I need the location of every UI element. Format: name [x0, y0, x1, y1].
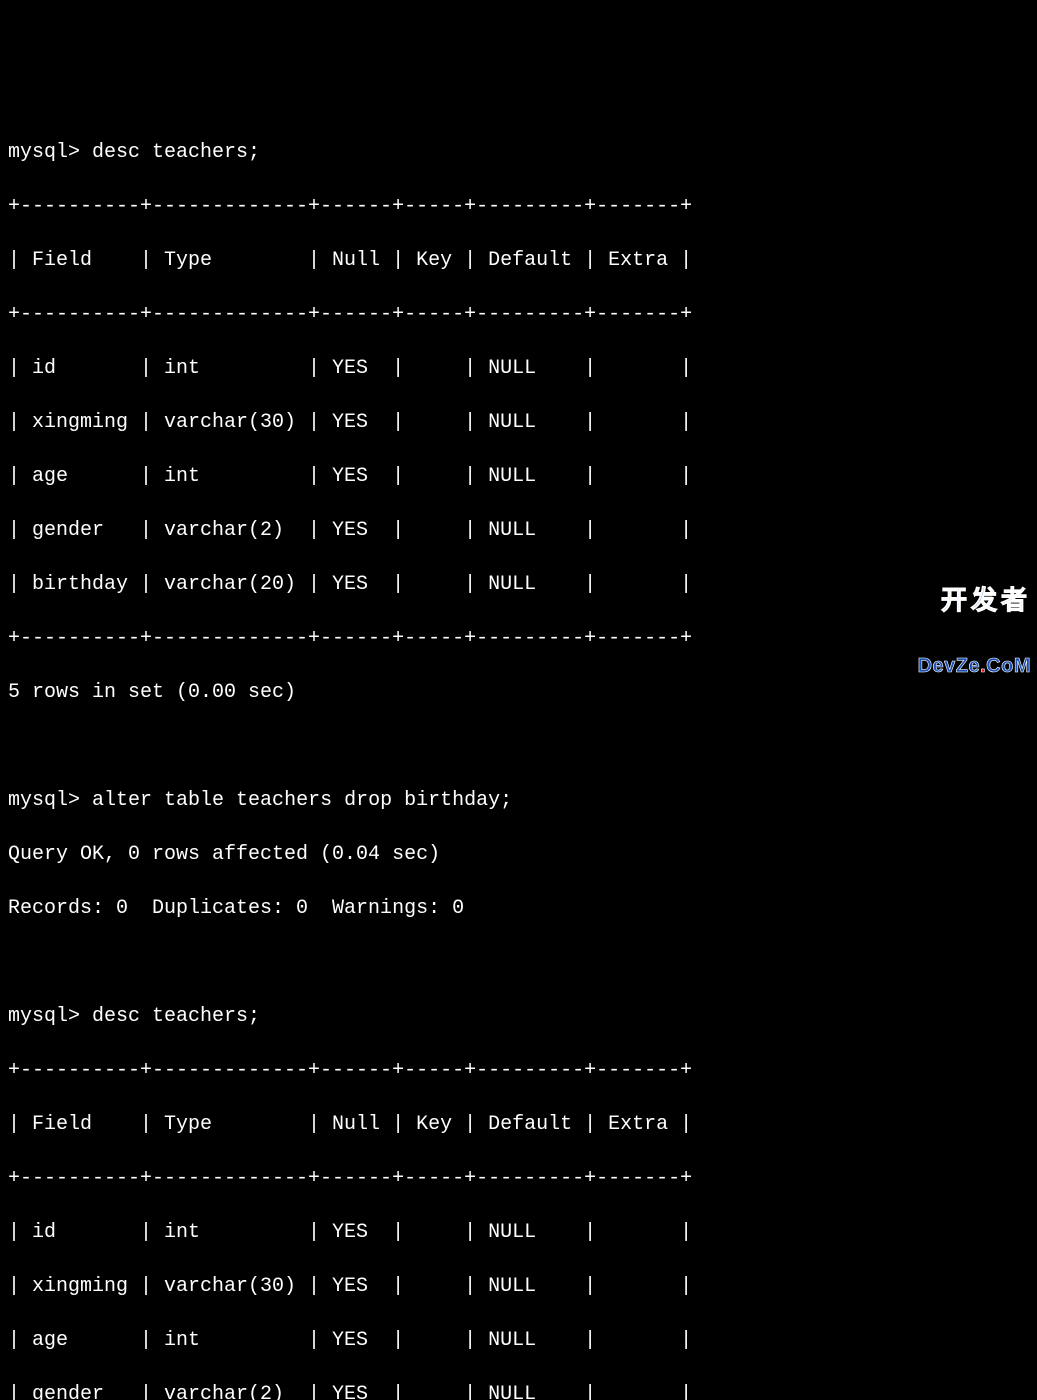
prompt-line[interactable]: mysql> alter table teachers drop birthda… [8, 787, 1029, 814]
table-row: | age | int | YES | | NULL | | [8, 463, 1029, 490]
command-text: desc teachers; [92, 141, 260, 164]
result-line: Records: 0 Duplicates: 0 Warnings: 0 [8, 895, 1029, 922]
table-border: +----------+-------------+------+-----+-… [8, 1057, 1029, 1084]
table-border: +----------+-------------+------+-----+-… [8, 193, 1029, 220]
table-row: | birthday | varchar(20) | YES | | NULL … [8, 571, 1029, 598]
table-border: +----------+-------------+------+-----+-… [8, 301, 1029, 328]
table-row: | id | int | YES | | NULL | | [8, 1219, 1029, 1246]
prompt: mysql> [8, 789, 80, 812]
prompt: mysql> [8, 141, 80, 164]
terminal-output: mysql> desc teachers; +----------+------… [8, 112, 1029, 1400]
prompt-line[interactable]: mysql> desc teachers; [8, 1003, 1029, 1030]
result-line: Query OK, 0 rows affected (0.04 sec) [8, 841, 1029, 868]
table-header: | Field | Type | Null | Key | Default | … [8, 247, 1029, 274]
prompt-line[interactable]: mysql> desc teachers; [8, 139, 1029, 166]
table-row: | gender | varchar(2) | YES | | NULL | | [8, 517, 1029, 544]
result-summary: 5 rows in set (0.00 sec) [8, 679, 1029, 706]
table-header: | Field | Type | Null | Key | Default | … [8, 1111, 1029, 1138]
table-row: | xingming | varchar(30) | YES | | NULL … [8, 1273, 1029, 1300]
table-row: | id | int | YES | | NULL | | [8, 355, 1029, 382]
table-border: +----------+-------------+------+-----+-… [8, 625, 1029, 652]
table-border: +----------+-------------+------+-----+-… [8, 1165, 1029, 1192]
table-row: | gender | varchar(2) | YES | | NULL | | [8, 1381, 1029, 1400]
table-row: | xingming | varchar(30) | YES | | NULL … [8, 409, 1029, 436]
command-text: alter table teachers drop birthday; [92, 789, 512, 812]
blank-line [8, 949, 1029, 976]
blank-line [8, 733, 1029, 760]
table-row: | age | int | YES | | NULL | | [8, 1327, 1029, 1354]
prompt: mysql> [8, 1005, 80, 1028]
command-text: desc teachers; [92, 1005, 260, 1028]
